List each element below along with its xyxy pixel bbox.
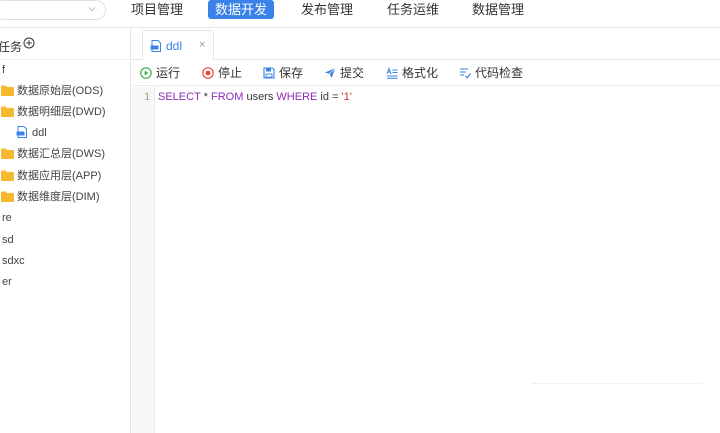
editor-tab-bar: ddl × (132, 28, 720, 60)
stop-circle-icon (202, 67, 214, 79)
folder-open-icon (1, 106, 14, 117)
tree-item-label: 数据明细层(DWD) (17, 106, 106, 118)
tree-folder-app[interactable]: 数据应用层(APP) (1, 167, 101, 185)
tree-item-label: 数据应用层(APP) (17, 170, 102, 182)
tree-item-re[interactable]: re (2, 209, 12, 227)
submit-label: 提交 (340, 66, 365, 80)
folder-icon (1, 85, 14, 96)
code-check-button[interactable]: 代码检查 (459, 66, 523, 81)
sql-keyword: FROM (211, 91, 244, 103)
sql-file-icon (150, 40, 161, 52)
save-button[interactable]: 保存 (263, 66, 303, 81)
tree-item-label: 数据汇总层(DWS) (17, 148, 105, 160)
play-circle-icon (140, 67, 152, 79)
sql-keyword: WHERE (276, 91, 318, 103)
tree-item-sd[interactable]: sd (2, 231, 14, 249)
format-label: 格式化 (402, 66, 439, 80)
save-icon (263, 67, 275, 79)
nav-item-task-ops[interactable]: 任务运维 (380, 0, 446, 19)
tree-folder-ods[interactable]: 数据原始层(ODS) (1, 82, 103, 100)
format-icon (386, 66, 398, 79)
sql-token: users (243, 91, 277, 103)
sidebar-header: 任务 (0, 28, 131, 60)
tree-item-label: 数据维度层(DIM) (17, 191, 100, 203)
tree-item-label: ddl (32, 127, 47, 139)
sql-string: '1' (341, 91, 352, 103)
sql-file-icon (16, 126, 27, 139)
tree-item-label: sd (2, 234, 14, 246)
task-sidebar: 任务 f 数据原始层(ODS) 数据明细层(DWD) ddl 数据汇总层(DWS… (0, 28, 131, 433)
format-button[interactable]: 格式化 (386, 66, 438, 81)
nav-item-data-management[interactable]: 数据管理 (465, 0, 531, 19)
code-editor[interactable]: 1 SELECT * FROM users WHERE id = '1' (132, 87, 720, 433)
sql-token: id = (317, 91, 342, 103)
tree-item-er[interactable]: er (2, 273, 12, 291)
nav-item-data-development[interactable]: 数据开发 (208, 0, 275, 19)
tab-label: ddl (166, 39, 183, 53)
nav-item-release-management[interactable]: 发布管理 (294, 0, 360, 19)
add-circle-icon[interactable] (23, 37, 35, 49)
nav-item-project-management[interactable]: 项目管理 (124, 0, 190, 19)
line-number: 1 (144, 92, 151, 103)
chevron-down-icon (88, 7, 96, 12)
folder-icon (1, 148, 14, 159)
tree-folder-dws[interactable]: 数据汇总层(DWS) (1, 145, 105, 163)
stop-button[interactable]: 停止 (202, 66, 242, 81)
sidebar-title: 任务 (0, 40, 23, 54)
submit-button[interactable]: 提交 (324, 66, 364, 81)
tab-close-icon[interactable]: × (199, 39, 205, 51)
faint-divider (532, 383, 702, 386)
save-label: 保存 (279, 66, 304, 80)
code-check-icon (460, 68, 471, 79)
tree-item-label: er (2, 276, 12, 288)
editor-tab-ddl[interactable]: ddl × (142, 30, 214, 60)
editor-toolbar: 运行 停止 保存 提交 格式化 代码检查 (132, 61, 720, 86)
line-number-gutter: 1 (132, 87, 155, 433)
tree-item-label: re (2, 212, 12, 224)
tree-item-label: sdxc (2, 255, 25, 267)
tree-item-sdxc[interactable]: sdxc (2, 252, 25, 270)
code-check-label: 代码检查 (475, 66, 524, 80)
stop-label: 停止 (218, 66, 243, 80)
sql-token: * (200, 91, 211, 103)
tree-item-label: 数据原始层(ODS) (17, 85, 104, 97)
send-icon (324, 67, 336, 78)
run-label: 运行 (156, 66, 181, 80)
tree-item-f[interactable]: f (2, 61, 5, 79)
sql-keyword: SELECT (158, 91, 201, 103)
top-nav-bar: 项目管理 数据开发 发布管理 任务运维 数据管理 (0, 0, 720, 28)
tree-file-ddl[interactable]: ddl (16, 124, 47, 142)
tree-folder-dim[interactable]: 数据维度层(DIM) (1, 188, 100, 206)
code-line[interactable]: SELECT * FROM users WHERE id = '1' (158, 91, 352, 103)
tree-item-label: f (2, 64, 6, 76)
folder-icon (1, 191, 14, 202)
project-select[interactable] (0, 0, 106, 20)
tree-folder-dwd[interactable]: 数据明细层(DWD) (1, 103, 106, 121)
run-button[interactable]: 运行 (140, 66, 180, 81)
folder-icon (1, 170, 14, 181)
